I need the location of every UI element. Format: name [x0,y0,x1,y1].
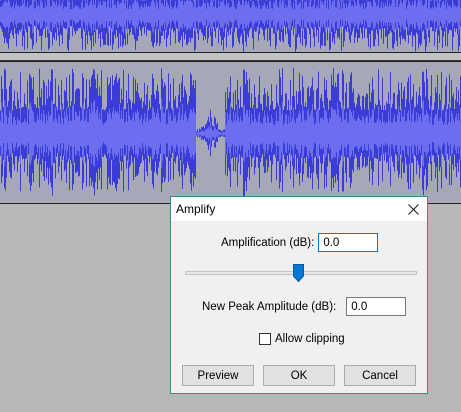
cancel-button[interactable]: Cancel [344,365,416,386]
allow-clipping-label: Allow clipping [275,333,345,345]
allow-clipping-checkbox[interactable] [259,333,271,345]
amplification-input[interactable] [318,233,379,252]
amplification-label: Amplification (dB): [221,236,315,249]
audio-track-lower[interactable] [0,61,461,204]
peak-amplitude-label: New Peak Amplitude (dB): [202,300,337,313]
dialog-titlebar: Amplify [171,197,427,221]
dialog-title: Amplify [176,202,216,216]
amplify-dialog: Amplify Amplification (dB): New Peak Amp… [170,196,428,394]
track-separator [0,53,461,61]
audio-track-upper[interactable] [0,0,461,53]
waveform-lower [0,67,461,198]
ok-button[interactable]: OK [263,365,335,386]
waveform-upper [0,0,461,52]
close-icon[interactable] [403,199,423,219]
amplification-slider-thumb[interactable] [293,264,304,282]
peak-amplitude-input[interactable] [346,297,407,316]
preview-button[interactable]: Preview [182,365,254,386]
